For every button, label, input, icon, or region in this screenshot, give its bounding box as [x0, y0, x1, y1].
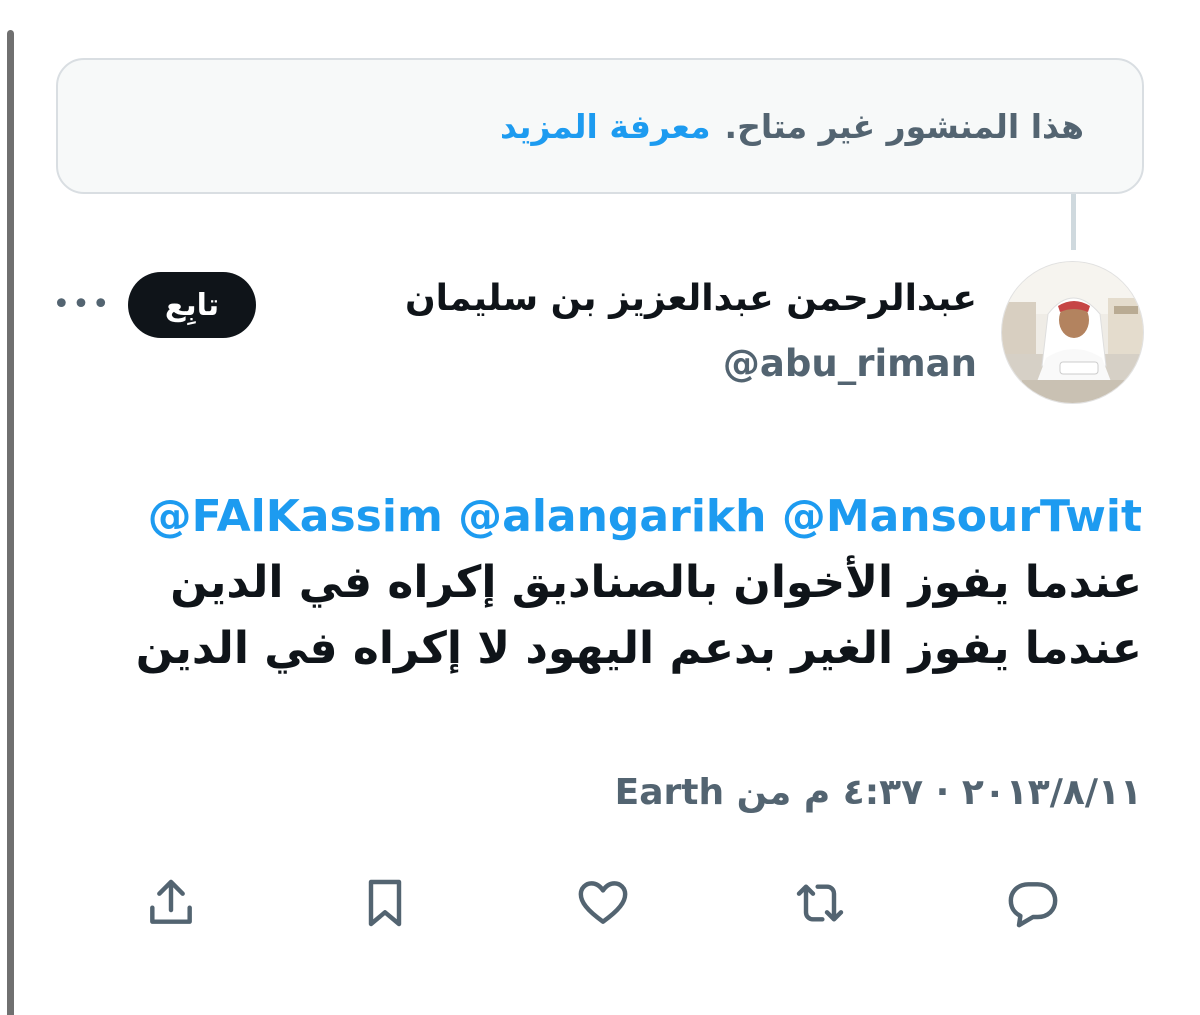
tweet-date[interactable]: ٢٠١٣/٨/١١: [962, 772, 1142, 813]
avatar-image: [1002, 262, 1143, 403]
share-button[interactable]: [136, 868, 206, 938]
tweet-text: @FAlKassim @alangarikh @MansourTwit عندم…: [52, 484, 1142, 682]
tweet-mentions: @FAlKassim @alangarikh @MansourTwit: [52, 484, 1142, 550]
retweet-button[interactable]: [785, 868, 855, 938]
more-options-icon[interactable]: •••: [52, 286, 109, 322]
learn-more-link[interactable]: معرفة المزيد: [500, 107, 711, 146]
retweet-icon: [796, 884, 844, 922]
reply-icon: [1008, 882, 1058, 928]
follow-button[interactable]: تابِع: [128, 272, 256, 338]
share-icon: [150, 879, 192, 924]
unavailable-post-notice: معرفة المزيد هذا المنشور غير متاح.: [56, 58, 1144, 194]
tweet-line: عندما يفوز الغير بدعم اليهود لا إكراه في…: [135, 623, 1142, 674]
like-button[interactable]: [568, 868, 638, 938]
thread-connector: [1071, 194, 1076, 250]
avatar[interactable]: [1001, 261, 1144, 404]
tweet-actions: [0, 868, 1200, 938]
tweet-meta: ٢٠١٣/٨/١١ · ٤:٣٧ م من Earth: [615, 772, 1142, 813]
author-name[interactable]: عبدالرحمن عبدالعزيز بن سليمان: [405, 278, 977, 319]
bookmark-button[interactable]: [350, 868, 420, 938]
tweet-line: عندما يفوز الأخوان بالصناديق إكراه في ال…: [170, 557, 1142, 608]
meta-separator: ·: [935, 772, 950, 813]
author-handle[interactable]: @abu_riman: [723, 342, 977, 385]
mention-link[interactable]: @FAlKassim: [148, 491, 443, 542]
mention-link[interactable]: @alangarikh: [458, 491, 766, 542]
mention-link[interactable]: @MansourTwit: [782, 491, 1142, 542]
bookmark-icon: [368, 879, 402, 927]
tweet-time-source: ٤:٣٧ م من Earth: [614, 772, 924, 813]
unavailable-message: هذا المنشور غير متاح.: [724, 106, 1084, 146]
tweet-page: معرفة المزيد هذا المنشور غير متاح. عبدال…: [0, 0, 1200, 1015]
reply-button[interactable]: [998, 868, 1068, 938]
like-icon: [578, 881, 628, 924]
